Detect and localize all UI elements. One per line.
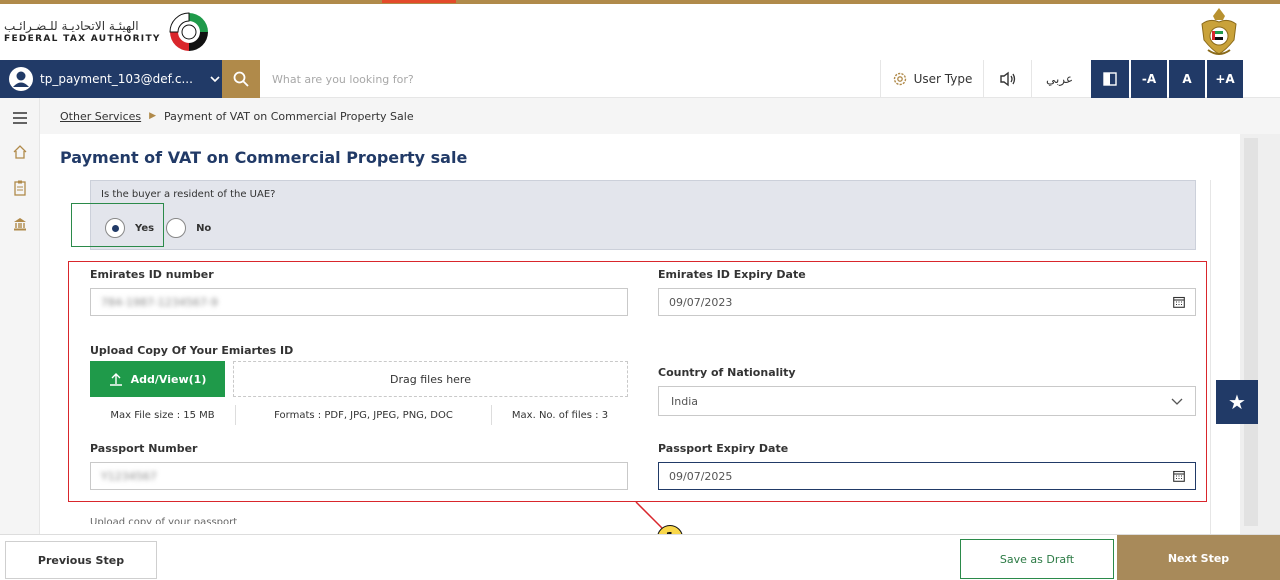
search-button[interactable]	[222, 60, 260, 98]
speaker-icon	[999, 71, 1015, 87]
tasks-link[interactable]	[10, 178, 30, 198]
next-step-button[interactable]: Next Step	[1117, 535, 1280, 580]
page-scrollbar[interactable]	[1240, 134, 1280, 534]
clipboard-icon	[14, 180, 26, 196]
star-icon: ★	[1228, 390, 1246, 414]
logo-arabic-text: الهيئـة الاتحاديـة للـضـرائـب	[4, 19, 139, 33]
resident-question-box: Is the buyer a resident of the UAE? Yes …	[90, 180, 1196, 250]
accent-mark	[382, 0, 456, 3]
toolbar: tp_payment_103@def.c... User Type عربي -…	[0, 60, 1280, 98]
logo-text: الهيئـة الاتحاديـة للـضـرائـب FEDERAL TA…	[4, 19, 161, 45]
user-menu[interactable]: tp_payment_103@def.c...	[0, 60, 222, 98]
form-frame-line	[1210, 180, 1211, 535]
radio-option-no[interactable]: No	[166, 218, 211, 238]
radio-no-label: No	[196, 222, 212, 234]
text-to-speech-button[interactable]	[983, 60, 1031, 98]
search-icon	[233, 71, 249, 87]
favorite-button[interactable]: ★	[1216, 380, 1258, 424]
breadcrumb-current: Payment of VAT on Commercial Property Sa…	[164, 109, 414, 123]
previous-step-button[interactable]: Previous Step	[5, 541, 157, 579]
home-link[interactable]	[10, 142, 30, 162]
chevron-down-icon	[210, 76, 220, 83]
home-icon	[13, 145, 27, 159]
gear-icon	[893, 72, 906, 86]
page-title: Payment of VAT on Commercial Property sa…	[60, 148, 468, 167]
arabic-language-button[interactable]: عربي	[1031, 60, 1087, 98]
user-type-button[interactable]: User Type	[880, 60, 983, 98]
upload-passport-label: Upload copy of your passport	[90, 517, 238, 524]
page: الهيئـة الاتحاديـة للـضـرائـب FEDERAL TA…	[0, 0, 1280, 580]
menu-button[interactable]	[10, 108, 30, 128]
radio-no[interactable]	[166, 218, 187, 238]
services-link[interactable]	[10, 214, 30, 234]
bank-icon	[14, 218, 26, 231]
left-rail	[0, 98, 40, 538]
user-email: tp_payment_103@def.c...	[40, 72, 193, 86]
contrast-icon	[1103, 72, 1117, 86]
font-decrease-button[interactable]: -A	[1131, 60, 1167, 98]
user-type-label: User Type	[913, 72, 973, 86]
contrast-button[interactable]	[1091, 60, 1129, 98]
breadcrumb: Other Services ▶ Payment of VAT on Comme…	[40, 98, 1280, 134]
fta-logo-icon	[169, 12, 208, 51]
user-avatar-icon	[9, 67, 33, 91]
resident-question-label: Is the buyer a resident of the UAE?	[101, 189, 276, 200]
fta-logo[interactable]: الهيئـة الاتحاديـة للـضـرائـب FEDERAL TA…	[4, 10, 211, 54]
logo-english-text: FEDERAL TAX AUTHORITY	[4, 34, 161, 44]
menu-icon	[13, 112, 27, 124]
site-header: الهيئـة الاتحاديـة للـضـرائـب FEDERAL TA…	[0, 4, 1280, 60]
breadcrumb-other-services[interactable]: Other Services	[60, 110, 141, 123]
breadcrumb-separator-icon: ▶	[149, 111, 157, 121]
save-draft-button[interactable]: Save as Draft	[960, 539, 1114, 579]
yes-highlight-box	[71, 203, 164, 247]
font-normal-button[interactable]: A	[1169, 60, 1205, 98]
scrollbar-thumb[interactable]	[1244, 138, 1258, 526]
footer-bar: Previous Step Save as Draft Next Step	[0, 534, 1280, 580]
font-increase-button[interactable]: +A	[1207, 60, 1243, 98]
search-input[interactable]	[272, 69, 832, 89]
fields-highlight-box	[68, 261, 1207, 502]
uae-emblem-icon	[1201, 8, 1237, 55]
